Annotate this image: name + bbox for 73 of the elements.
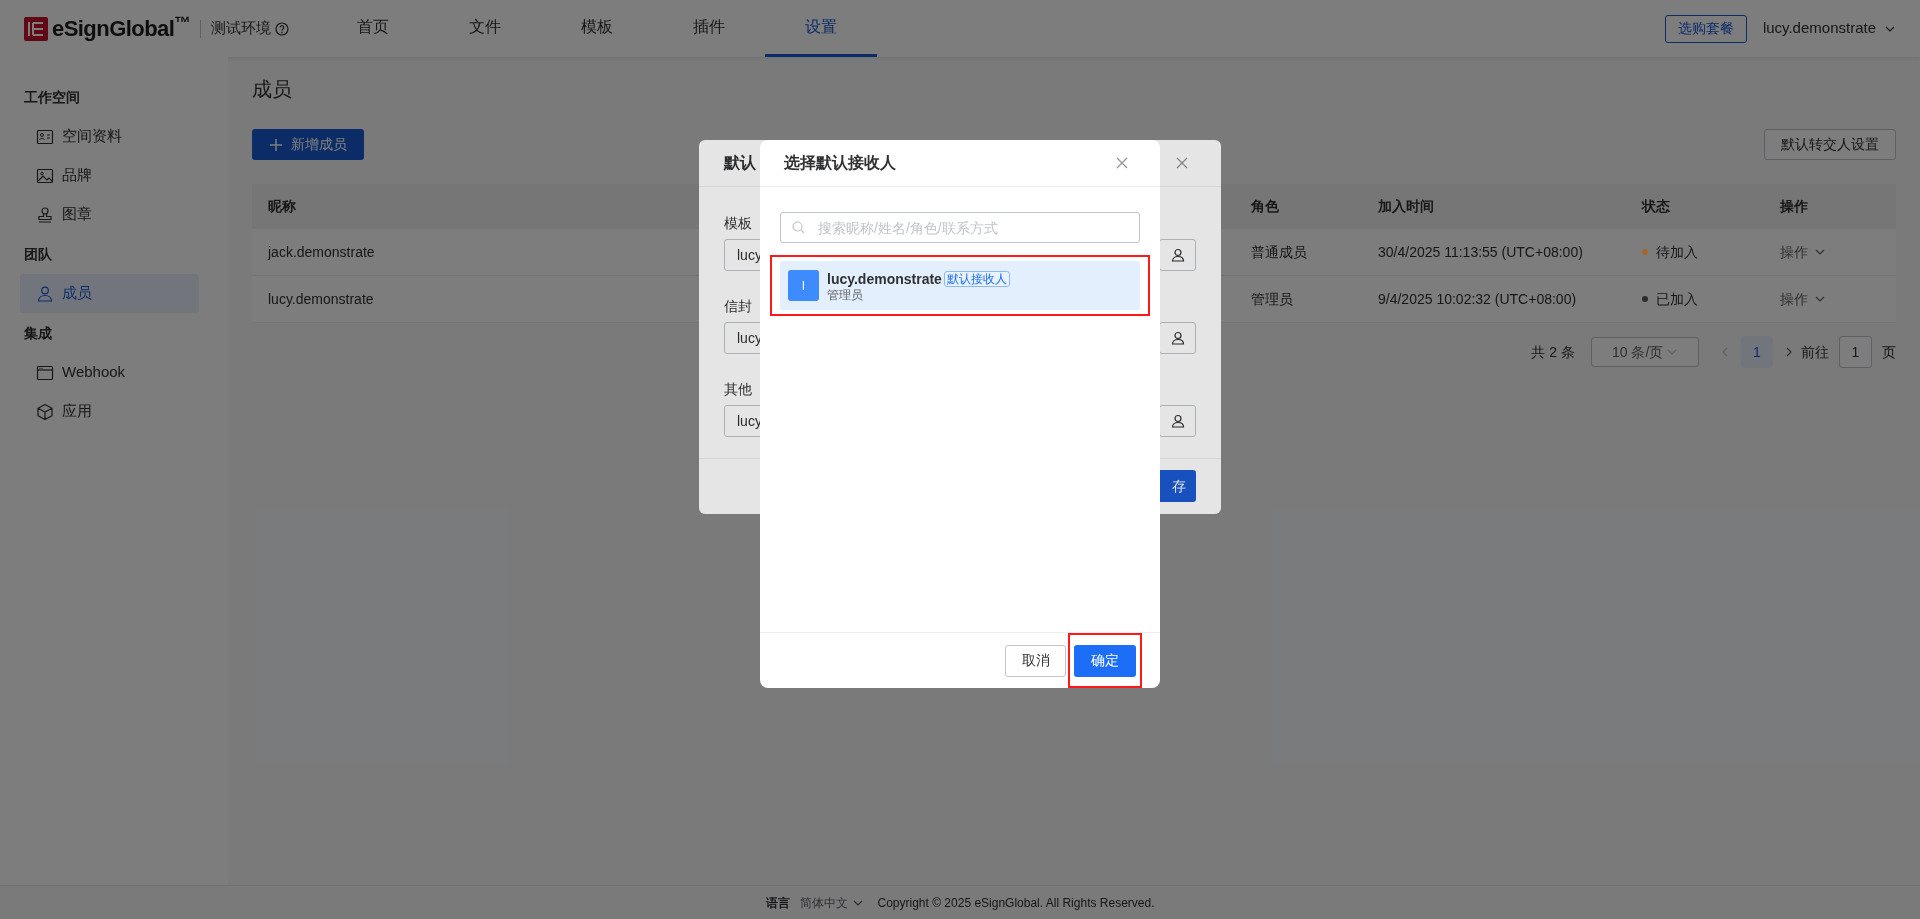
field-label: 其他 (724, 381, 752, 397)
user-icon (1170, 248, 1185, 262)
transfer-settings-button[interactable]: 默认转交人设置 (1764, 129, 1896, 160)
confirm-button[interactable]: 确定 (1074, 644, 1136, 677)
stamp-icon (36, 205, 54, 224)
sidebar-section-title: 团队 (24, 244, 53, 264)
sidebar-item[interactable]: 成员 (20, 274, 199, 313)
table-cell: lucy.demonstrate (268, 290, 374, 307)
field-label: 模板 (724, 215, 752, 231)
nav-tab[interactable]: 设置 (765, 0, 878, 57)
recipient-role: 管理员 (827, 287, 864, 302)
search-icon (792, 221, 805, 234)
goto-label: 前往 (1801, 342, 1829, 362)
sidebar-item[interactable]: 品牌 (20, 156, 199, 195)
dialog-title: 默认 (724, 153, 756, 173)
nav-tab[interactable]: 模板 (541, 0, 654, 57)
column-header: 角色 (1251, 198, 1279, 214)
search-field[interactable]: 搜索昵称/姓名/角色/联系方式 (780, 212, 1140, 243)
field-label: 信封 (724, 298, 752, 314)
browser-window-icon (36, 363, 54, 382)
table-cell: 9/4/2025 10:02:32 (UTC+08:00) (1378, 290, 1577, 307)
language-label: 语言 (765, 894, 790, 912)
image-icon (36, 166, 54, 185)
page-suffix: 页 (1882, 342, 1896, 362)
language-select[interactable]: 简体中文 (799, 893, 864, 912)
status-text: 已加入 (1656, 289, 1698, 309)
add-member-button[interactable]: 新增成员 (252, 129, 364, 160)
nav-tab[interactable]: 首页 (317, 0, 430, 57)
close-icon (1176, 157, 1188, 169)
recipient-option[interactable]: l lucy.demonstrate 默认接收人 管理员 (780, 261, 1140, 310)
environment-label: 测试环境 (211, 18, 272, 39)
logo-icon (24, 16, 48, 41)
nav-tab[interactable]: 文件 (429, 0, 542, 57)
cube-icon (36, 402, 54, 421)
user-icon (1170, 331, 1185, 345)
column-header: 状态 (1642, 198, 1670, 214)
cancel-button[interactable]: 取消 (1005, 644, 1066, 677)
status-text: 待加入 (1656, 242, 1698, 262)
actions-dropdown[interactable]: 操作 (1780, 288, 1826, 310)
sidebar-item[interactable]: 空间资料 (20, 117, 199, 156)
avatar: l (788, 270, 819, 301)
sidebar-item[interactable]: Webhook (20, 353, 199, 392)
total-count: 共 2 条 (1531, 342, 1575, 362)
table-cell: jack.demonstrate (268, 243, 375, 260)
recipient-name: lucy.demonstrate (827, 269, 942, 288)
plan-button[interactable]: 选购套餐 (1664, 14, 1747, 43)
user-icon (1170, 414, 1185, 428)
actions-dropdown[interactable]: 操作 (1780, 241, 1826, 263)
page-input[interactable]: 1 (1839, 336, 1872, 368)
help-icon (275, 21, 290, 36)
page-size-select[interactable]: 10 条/页 (1591, 337, 1699, 367)
id-card-icon (36, 127, 54, 146)
table-cell: 普通成员 (1251, 243, 1307, 260)
column-header: 操作 (1780, 198, 1808, 214)
brand-name: eSignGlobal$^{™}$ (52, 12, 191, 43)
nav-tab[interactable]: 插件 (653, 0, 766, 57)
default-tag: 默认接收人 (943, 270, 1010, 287)
modal-title: 选择默认接收人 (784, 153, 896, 173)
table-cell: 管理员 (1251, 290, 1293, 307)
page-button[interactable]: 1 (1741, 336, 1773, 368)
sidebar-section-title: 工作空间 (24, 87, 81, 107)
column-header: 加入时间 (1378, 198, 1434, 214)
sidebar-section-title: 集成 (24, 323, 53, 343)
plus-icon (269, 137, 283, 152)
user-icon (36, 284, 54, 303)
column-header: 昵称 (268, 198, 296, 214)
sidebar-item[interactable]: 图章 (20, 195, 199, 234)
close-icon (1116, 157, 1128, 169)
table-cell: 30/4/2025 11:13:55 (UTC+08:00) (1378, 243, 1583, 260)
sidebar-item[interactable]: 应用 (20, 392, 199, 431)
copyright-text: Copyright © 2025 eSignGlobal. All Rights Reserved. (877, 894, 1155, 912)
user-menu[interactable]: lucy.demonstrate (1762, 17, 1896, 40)
page-title: 成员 (252, 77, 293, 102)
